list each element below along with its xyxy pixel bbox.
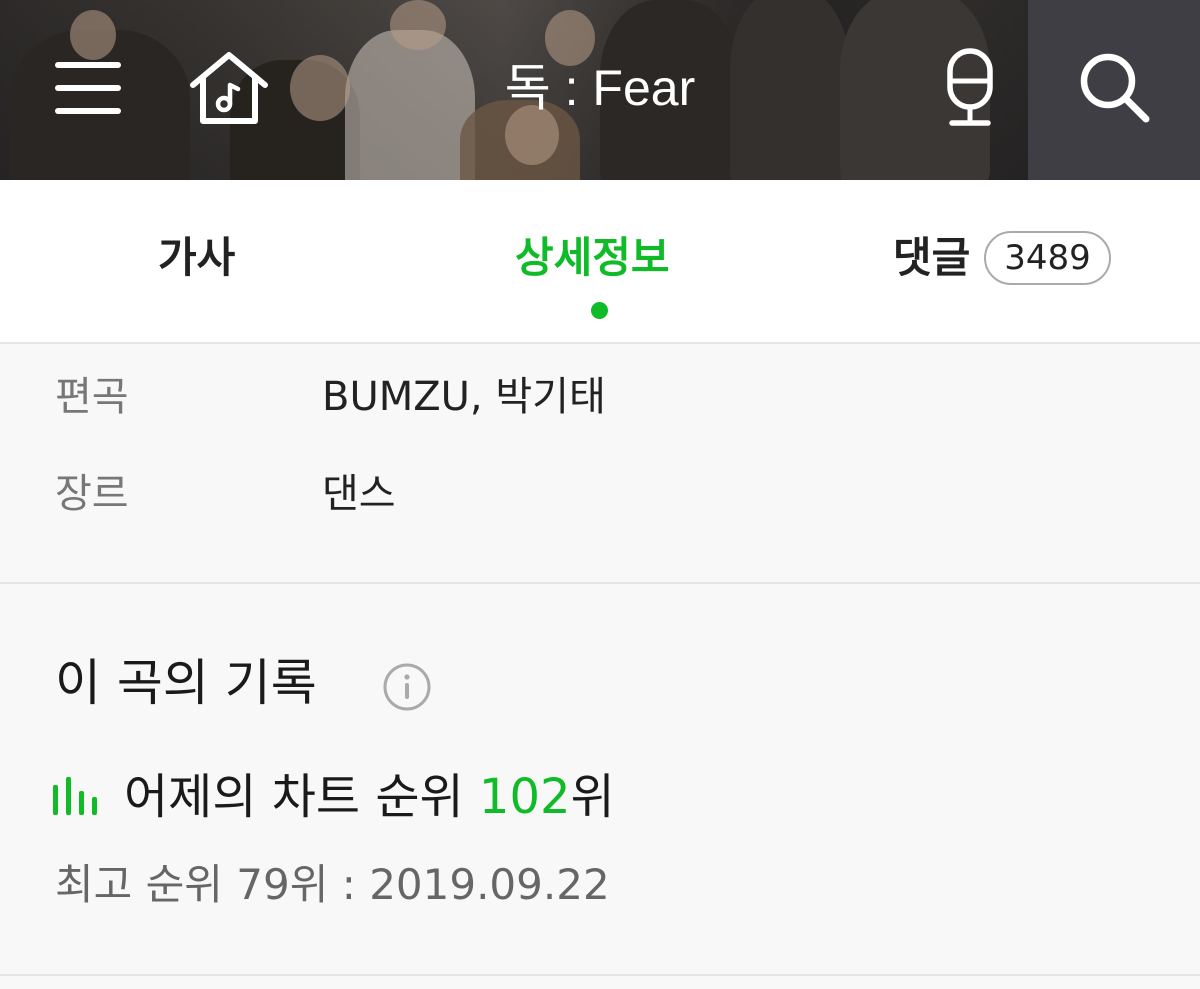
chart-rank-prefix: 어제의 차트 순위 <box>124 769 479 825</box>
chart-bars-icon <box>52 775 100 819</box>
tab-bar: 가사 상세정보 댓글 3489 <box>0 180 1200 344</box>
microphone-button[interactable] <box>930 45 1010 135</box>
tab-comments-label: 댓글 <box>893 233 971 282</box>
microphone-icon <box>942 47 998 133</box>
tab-comments[interactable]: 댓글 3489 <box>893 228 1111 288</box>
info-row-arranger: 편곡 BUMZU, 박기태 <box>0 362 1200 432</box>
home-music-icon <box>187 49 271 131</box>
yesterday-chart-rank: 어제의 차트 순위 102위 <box>124 760 615 834</box>
chart-rank-number: 102 <box>478 769 571 825</box>
chart-rank-line: 어제의 차트 순위 102위 <box>52 760 615 834</box>
tab-lyrics[interactable]: 가사 <box>158 228 235 288</box>
song-title: 독 : Fear <box>504 60 696 116</box>
home-button[interactable] <box>184 45 274 135</box>
info-value: 댄스 <box>322 471 396 517</box>
info-label: 장르 <box>55 471 129 517</box>
background-photo-face <box>390 0 446 50</box>
menu-button[interactable] <box>48 45 128 135</box>
song-record-section: 이 곡의 기록 어제의 차트 순위 102위 최고 순위 79위 : 2019.… <box>0 586 1200 976</box>
active-tab-indicator <box>591 302 608 319</box>
tab-details[interactable]: 상세정보 <box>515 228 670 288</box>
info-value: BUMZU, 박기태 <box>322 374 606 420</box>
search-button[interactable] <box>1070 45 1160 135</box>
chart-rank-suffix: 위 <box>570 769 615 825</box>
menu-icon <box>53 60 123 120</box>
info-row-genre: 장르 댄스 <box>0 459 1200 529</box>
info-icon[interactable] <box>382 662 432 712</box>
info-label: 편곡 <box>55 374 129 420</box>
header-bar: 독 : Fear <box>0 0 1200 180</box>
best-rank: 최고 순위 79위 : 2019.09.22 <box>55 860 610 909</box>
song-info-list: 편곡 BUMZU, 박기태 장르 댄스 <box>0 346 1200 584</box>
search-icon <box>1078 51 1152 129</box>
section-title: 이 곡의 기록 <box>55 654 317 712</box>
comment-count-badge: 3489 <box>984 231 1111 285</box>
